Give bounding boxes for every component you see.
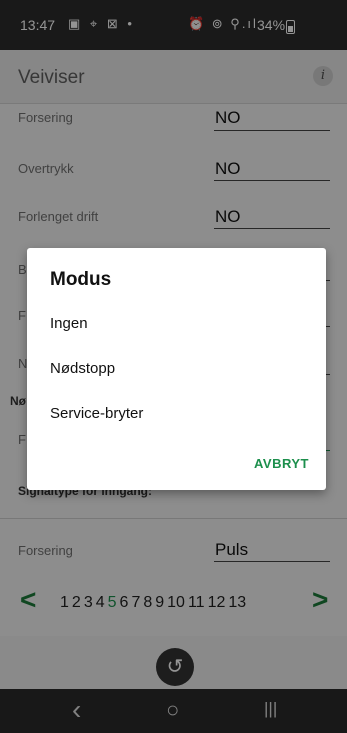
mode-dialog: Modus Ingen Nødstopp Service-bryter AVBR… [27, 248, 326, 490]
option-ingen[interactable]: Ingen [50, 315, 88, 332]
dialog-title: Modus [50, 269, 112, 290]
cancel-button[interactable]: AVBRYT [254, 456, 309, 471]
option-service-bryter[interactable]: Service-bryter [50, 405, 143, 422]
option-nodstopp[interactable]: Nødstopp [50, 360, 115, 377]
